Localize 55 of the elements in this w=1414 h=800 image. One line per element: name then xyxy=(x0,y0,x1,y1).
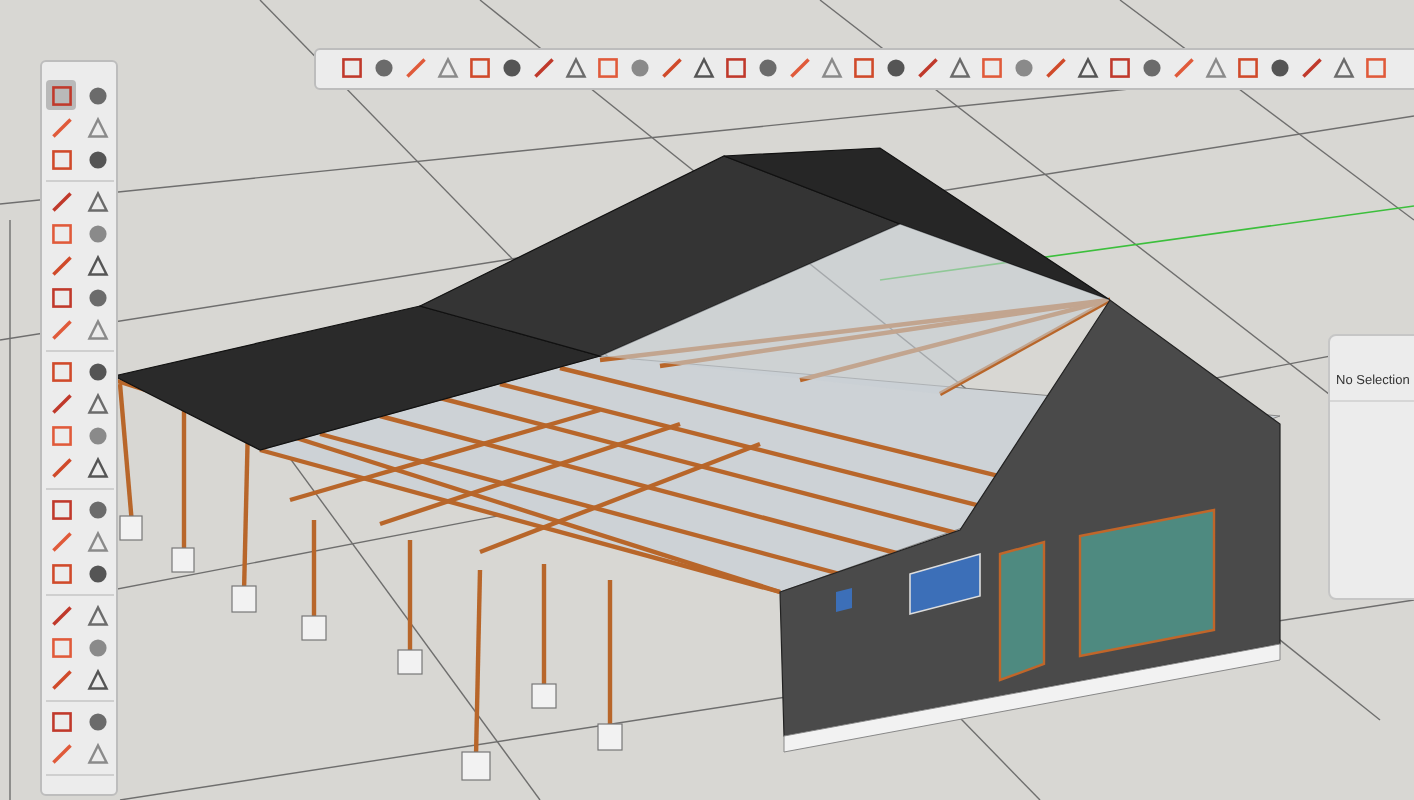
tool-icon[interactable] xyxy=(816,52,846,82)
tool-icon[interactable] xyxy=(46,356,76,386)
tool-icon[interactable] xyxy=(82,250,112,280)
tool-icon[interactable] xyxy=(464,52,494,82)
tool-icon[interactable] xyxy=(46,664,76,694)
tool-icon[interactable] xyxy=(1168,52,1198,82)
tool-icon[interactable] xyxy=(400,52,430,82)
tool-icon[interactable] xyxy=(46,144,76,174)
tool-icon[interactable] xyxy=(528,52,558,82)
tool-icon[interactable] xyxy=(1296,52,1326,82)
tool-icon[interactable] xyxy=(1328,52,1358,82)
tool-icon[interactable] xyxy=(46,388,76,418)
tool-icon[interactable] xyxy=(1232,52,1262,82)
tool-icon[interactable] xyxy=(46,282,76,312)
tool-icon[interactable] xyxy=(82,664,112,694)
tool-icon[interactable] xyxy=(82,112,112,142)
tool-icon[interactable] xyxy=(46,452,76,482)
tool-icon[interactable] xyxy=(46,558,76,588)
tool-icon[interactable] xyxy=(46,632,76,662)
tool-icon[interactable] xyxy=(82,738,112,768)
tool-icon[interactable] xyxy=(82,452,112,482)
tool-icon[interactable] xyxy=(560,52,590,82)
tool-icon[interactable] xyxy=(1360,52,1390,82)
tool-icon[interactable] xyxy=(46,250,76,280)
tool-icon[interactable] xyxy=(46,112,76,142)
tool-icon[interactable] xyxy=(784,52,814,82)
tool-icon[interactable] xyxy=(82,186,112,216)
tool-icon[interactable] xyxy=(944,52,974,82)
tool-icon[interactable] xyxy=(1200,52,1230,82)
tool-icon[interactable] xyxy=(432,52,462,82)
tool-icon[interactable] xyxy=(46,526,76,556)
tool-icon[interactable] xyxy=(46,600,76,630)
tool-icon[interactable] xyxy=(976,52,1006,82)
tool-icon[interactable] xyxy=(46,494,76,524)
tool-icon[interactable] xyxy=(336,52,366,82)
tool-icon[interactable] xyxy=(82,314,112,344)
tool-icon[interactable] xyxy=(46,186,76,216)
tool-icon[interactable] xyxy=(912,52,942,82)
tool-icon[interactable] xyxy=(688,52,718,82)
tool-icon[interactable] xyxy=(82,388,112,418)
tool-icon[interactable] xyxy=(46,738,76,768)
tool-icon[interactable] xyxy=(1072,52,1102,82)
tool-icon[interactable] xyxy=(46,218,76,248)
tool-icon[interactable] xyxy=(1104,52,1134,82)
tool-icon[interactable] xyxy=(82,600,112,630)
tool-icon[interactable] xyxy=(82,526,112,556)
tool-icon[interactable] xyxy=(592,52,622,82)
tool-icon[interactable] xyxy=(46,314,76,344)
tool-icon[interactable] xyxy=(848,52,878,82)
tool-icon[interactable] xyxy=(46,706,76,736)
tool-icon[interactable] xyxy=(720,52,750,82)
tool-icon[interactable] xyxy=(46,420,76,450)
tool-icon[interactable] xyxy=(46,80,76,110)
tool-icon[interactable] xyxy=(656,52,686,82)
tool-icon[interactable] xyxy=(1040,52,1070,82)
